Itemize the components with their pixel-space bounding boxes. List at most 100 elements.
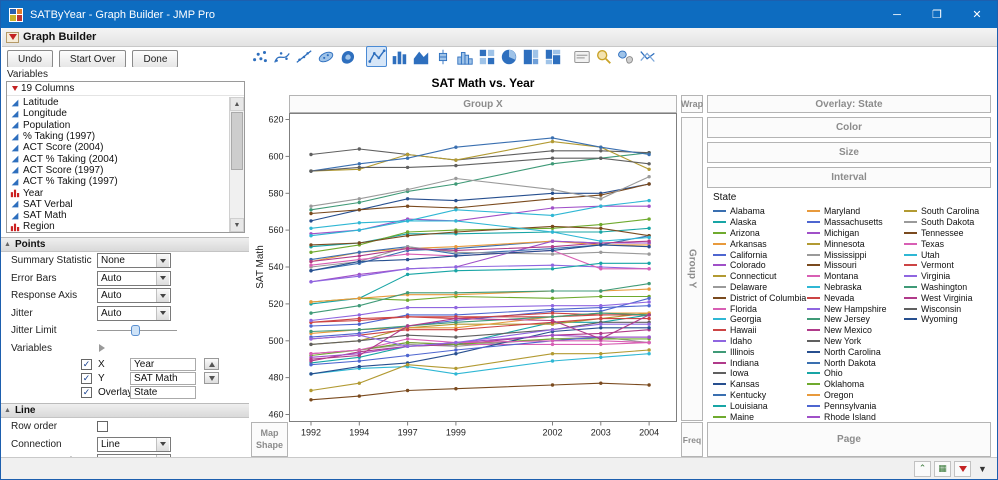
variable-item-act-taking-1997[interactable]: ACT % Taking (1997) [7, 176, 229, 187]
heatmap-icon[interactable] [476, 46, 497, 67]
caption-box-icon[interactable] [571, 46, 592, 67]
variables-scrollbar[interactable]: ▲ ▼ [229, 97, 244, 232]
legend-item-mississippi[interactable]: Mississippi [807, 249, 903, 260]
legend-item-nevada[interactable]: Nevada [807, 292, 903, 303]
variable-item-longitude[interactable]: Longitude [7, 108, 229, 119]
move-down-button[interactable] [204, 372, 219, 384]
legend-item-new-jersey[interactable]: New Jersey [807, 314, 903, 325]
legend-item-massachusetts[interactable]: Massachusetts [807, 217, 903, 228]
page-drop-zone[interactable]: Page [707, 422, 991, 457]
variable-item-act-score-2004[interactable]: ACT Score (2004) [7, 142, 229, 153]
legend-item-west-virginia[interactable]: West Virginia [904, 292, 991, 303]
legend-item-kansas[interactable]: Kansas [713, 379, 806, 390]
wrap-drop-zone[interactable]: Wrap [681, 95, 703, 113]
treemap-icon[interactable] [520, 46, 541, 67]
pie-icon[interactable] [498, 46, 519, 67]
map-shapes-icon[interactable] [615, 46, 636, 67]
jitter-select[interactable]: Auto [97, 306, 171, 321]
overlay-checkbox[interactable]: ✓ [81, 387, 92, 398]
mosaic-icon[interactable] [542, 46, 563, 67]
line-of-fit-icon[interactable] [293, 46, 314, 67]
collapse-triangle-icon[interactable]: ▲ [4, 241, 11, 248]
disclosure-triangle-icon[interactable] [99, 344, 105, 352]
legend-item-north-carolina[interactable]: North Carolina [807, 346, 903, 357]
legend-item-florida[interactable]: Florida [713, 303, 806, 314]
dropdown-arrow-icon[interactable]: ▼ [974, 461, 991, 477]
bar-icon[interactable] [388, 46, 409, 67]
red-triangle-icon[interactable] [6, 32, 19, 43]
legend-item-new-hampshire[interactable]: New Hampshire [807, 303, 903, 314]
error-bars-select[interactable]: Auto [97, 271, 171, 286]
close-icon[interactable]: ✕ [957, 1, 997, 28]
line-chart-plot[interactable]: 4604805005205405605806006201992199419971… [251, 113, 677, 439]
connection-select[interactable]: Line [97, 437, 171, 452]
legend-item-maine[interactable]: Maine [713, 411, 806, 422]
legend-item-hawaii[interactable]: Hawaii [713, 325, 806, 336]
minimize-icon[interactable]: ─ [877, 1, 917, 28]
legend-item-utah[interactable]: Utah [904, 249, 991, 260]
legend-item-alaska[interactable]: Alaska [713, 217, 806, 228]
legend-item-arizona[interactable]: Arizona [713, 228, 806, 239]
legend-item-minnesota[interactable]: Minnesota [807, 238, 903, 249]
jitter-limit-slider[interactable] [97, 324, 177, 337]
color-drop-zone[interactable]: Color [707, 117, 991, 138]
ellipse-icon[interactable] [315, 46, 336, 67]
area-icon[interactable] [410, 46, 431, 67]
legend-item-south-carolina[interactable]: South Carolina [904, 206, 991, 217]
scroll-up-icon[interactable]: ⌃ [914, 461, 931, 477]
scroll-up-arrow-icon[interactable]: ▲ [230, 97, 244, 111]
legend-item-district-of-columbia[interactable]: District of Columbia [713, 292, 806, 303]
x-checkbox[interactable]: ✓ [81, 359, 92, 370]
contour-icon[interactable] [337, 46, 358, 67]
legend-item-iowa[interactable]: Iowa [713, 368, 806, 379]
smoother-icon[interactable] [271, 46, 292, 67]
variable-item-sat-math[interactable]: SAT Math [7, 210, 229, 221]
legend-item-oklahoma[interactable]: Oklahoma [807, 379, 903, 390]
undo-button[interactable]: Undo [7, 50, 53, 68]
legend-item-north-dakota[interactable]: North Dakota [807, 357, 903, 368]
legend-item-georgia[interactable]: Georgia [713, 314, 806, 325]
start-over-button[interactable]: Start Over [59, 50, 127, 68]
overlay-drop-zone[interactable]: Overlay: State [707, 95, 991, 113]
legend-item-virginia[interactable]: Virginia [904, 271, 991, 282]
scrollbar-thumb[interactable] [231, 112, 243, 170]
legend-item-illinois[interactable]: Illinois [713, 346, 806, 357]
legend-item-nebraska[interactable]: Nebraska [807, 282, 903, 293]
legend-item-maryland[interactable]: Maryland [807, 206, 903, 217]
legend-item-south-dakota[interactable]: South Dakota [904, 217, 991, 228]
legend-item-texas[interactable]: Texas [904, 238, 991, 249]
columns-header[interactable]: 19 Columns [7, 82, 244, 96]
legend-item-vermont[interactable]: Vermont [904, 260, 991, 271]
y-checkbox[interactable]: ✓ [81, 373, 92, 384]
points-panel-header[interactable]: ▲ Points [1, 237, 249, 252]
interval-drop-zone[interactable]: Interval [707, 167, 991, 188]
variable-item-act-score-1997[interactable]: ACT Score (1997) [7, 165, 229, 176]
legend-item-kentucky[interactable]: Kentucky [713, 390, 806, 401]
legend-item-colorado[interactable]: Colorado [713, 260, 806, 271]
size-drop-zone[interactable]: Size [707, 142, 991, 163]
variable-item-population[interactable]: Population [7, 120, 229, 131]
legend-item-indiana[interactable]: Indiana [713, 357, 806, 368]
window-panels-icon[interactable]: ▦ [934, 461, 951, 477]
red-triangle-menu[interactable] [954, 461, 971, 477]
line-icon[interactable] [366, 46, 387, 67]
legend-item-alabama[interactable]: Alabama [713, 206, 806, 217]
histogram-icon[interactable] [454, 46, 475, 67]
done-button[interactable]: Done [132, 50, 178, 68]
legend-item-louisiana[interactable]: Louisiana [713, 400, 806, 411]
magnifier-icon[interactable] [593, 46, 614, 67]
legend-item-idaho[interactable]: Idaho [713, 336, 806, 347]
legend-item-ohio[interactable]: Ohio [807, 368, 903, 379]
box-plot-icon[interactable] [432, 46, 453, 67]
legend-item-wyoming[interactable]: Wyoming [904, 314, 991, 325]
legend-item-rhode-island[interactable]: Rhode Island [807, 411, 903, 422]
variable-item-latitude[interactable]: Latitude [7, 97, 229, 108]
variable-item-region[interactable]: Region [7, 221, 229, 232]
legend-item-delaware[interactable]: Delaware [713, 282, 806, 293]
legend-item-wisconsin[interactable]: Wisconsin [904, 303, 991, 314]
summary-statistic-select[interactable]: None [97, 253, 171, 268]
legend-item-michigan[interactable]: Michigan [807, 228, 903, 239]
response-axis-select[interactable]: Auto [97, 288, 171, 303]
collapse-triangle-icon[interactable]: ▲ [4, 407, 11, 414]
legend-item-arkansas[interactable]: Arkansas [713, 238, 806, 249]
